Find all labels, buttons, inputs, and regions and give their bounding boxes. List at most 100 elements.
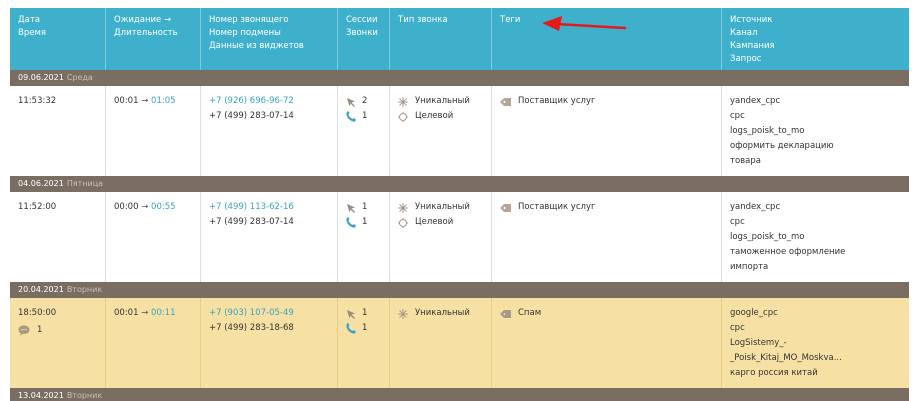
header-numbers[interactable]: Номер звонящего Номер подмены Данные из … bbox=[201, 8, 338, 70]
cell-time: 18:50:00 1 bbox=[10, 298, 106, 388]
call-time: 18:50:00 bbox=[18, 308, 57, 318]
source-value: yandex_cpc bbox=[730, 96, 781, 106]
phone-icon[interactable] bbox=[346, 323, 356, 334]
query-value: оформить декларацию bbox=[730, 141, 834, 151]
header-wait: Ожидание → bbox=[114, 15, 172, 25]
caller-number-link[interactable]: +7 (903) 107-05-49 bbox=[209, 306, 337, 321]
duration-link[interactable]: 01:05 bbox=[151, 96, 176, 106]
query-value: карго россия китай bbox=[730, 368, 818, 378]
day-weekday: Вторник bbox=[66, 391, 103, 400]
comments-count: 1 bbox=[37, 325, 43, 335]
cell-source: yandex_cpc cpc logs_poisk_to_mo оформить… bbox=[722, 86, 909, 176]
duration-link[interactable]: 00:55 bbox=[151, 202, 176, 212]
comment-icon[interactable] bbox=[18, 325, 30, 336]
asterisk-icon bbox=[398, 96, 408, 107]
wait-value: 00:00 bbox=[114, 202, 139, 212]
phone-icon[interactable] bbox=[346, 111, 356, 122]
call-type-unique: Уникальный bbox=[415, 202, 470, 212]
header-replace: Номер подмены bbox=[209, 28, 281, 38]
day-separator: 09.06.2021 Среда bbox=[10, 70, 909, 86]
tag-label: Поставщик услуг bbox=[518, 202, 596, 212]
asterisk-icon bbox=[398, 202, 408, 213]
calls-table: Дата Время Ожидание → Длительность Номер… bbox=[10, 8, 909, 401]
arrow-separator: → bbox=[141, 96, 149, 106]
cell-duration: 00:01 → 00:11 bbox=[106, 298, 201, 388]
cell-calltype: Уникальный Целевой bbox=[390, 86, 492, 176]
call-type-target: Целевой bbox=[415, 111, 454, 121]
table-header: Дата Время Ожидание → Длительность Номер… bbox=[10, 8, 909, 70]
query-value-cont: товара bbox=[730, 156, 761, 166]
cell-time: 11:53:32 bbox=[10, 86, 106, 176]
day-weekday: Пятница bbox=[66, 179, 104, 188]
cell-duration: 00:00 → 00:55 bbox=[106, 192, 201, 282]
call-time: 11:52:00 bbox=[18, 202, 57, 212]
table-row[interactable]: 11:53:32 00:01 → 01:05 +7 (926) 696-96-7… bbox=[10, 86, 909, 176]
query-value-cont: импорта bbox=[730, 262, 769, 272]
campaign-value: LogSistemy_- bbox=[730, 338, 787, 348]
replace-number: +7 (499) 283-07-14 bbox=[209, 217, 294, 227]
header-caller: Номер звонящего bbox=[209, 15, 289, 25]
cell-time: 11:52:00 bbox=[10, 192, 106, 282]
day-date: 13.04.2021 bbox=[18, 391, 64, 400]
day-date: 20.04.2021 bbox=[18, 285, 64, 294]
header-source[interactable]: Источник Канал Кампания Запрос bbox=[722, 8, 909, 70]
channel-value: cpc bbox=[730, 217, 745, 227]
header-time: Время bbox=[18, 28, 46, 38]
arrow-separator: → bbox=[141, 308, 149, 318]
header-wait-duration[interactable]: Ожидание → Длительность bbox=[106, 8, 201, 70]
tag-icon[interactable] bbox=[500, 97, 511, 107]
target-icon bbox=[398, 111, 408, 122]
replace-number: +7 (499) 283-18-68 bbox=[209, 323, 294, 333]
cell-calltype: Уникальный bbox=[390, 298, 492, 388]
cell-sessions: 2 1 bbox=[338, 86, 390, 176]
query-value: таможенное оформление bbox=[730, 247, 846, 257]
wait-value: 00:01 bbox=[114, 96, 139, 106]
cell-numbers: +7 (499) 113-62-16 +7 (499) 283-07-14 bbox=[201, 192, 338, 282]
target-icon bbox=[398, 217, 408, 228]
duration-link[interactable]: 00:11 bbox=[151, 308, 176, 318]
header-calltype-label: Тип звонка bbox=[398, 15, 448, 25]
call-time: 11:53:32 bbox=[18, 96, 57, 106]
replace-number: +7 (499) 283-07-14 bbox=[209, 111, 294, 121]
wait-value: 00:01 bbox=[114, 308, 139, 318]
header-date-time[interactable]: Дата Время bbox=[10, 8, 106, 70]
cursor-icon[interactable] bbox=[346, 97, 356, 107]
header-calltype[interactable]: Тип звонка bbox=[390, 8, 492, 70]
sessions-count: 1 bbox=[362, 308, 368, 318]
tag-icon[interactable] bbox=[500, 309, 511, 319]
calls-count: 1 bbox=[362, 323, 368, 333]
header-sessions-calls[interactable]: Сессии Звонки bbox=[338, 8, 390, 70]
source-value: yandex_cpc bbox=[730, 202, 781, 212]
annotation-arrow-icon bbox=[542, 16, 627, 31]
header-query: Запрос bbox=[730, 54, 762, 64]
sessions-count: 1 bbox=[362, 202, 368, 212]
asterisk-icon bbox=[398, 308, 408, 319]
cursor-icon[interactable] bbox=[346, 309, 356, 319]
cell-source: yandex_cpc cpc logs_poisk_to_mo таможенн… bbox=[722, 192, 909, 282]
cell-source: google_cpc cpc LogSistemy_- _Poisk_Kitaj… bbox=[722, 298, 909, 388]
caller-number-link[interactable]: +7 (499) 113-62-16 bbox=[209, 200, 337, 215]
campaign-value-cont: _Poisk_Kitaj_MO_Moskva... bbox=[730, 353, 842, 363]
day-weekday: Среда bbox=[66, 73, 93, 82]
sessions-count: 2 bbox=[362, 96, 368, 106]
table-row[interactable]: 11:52:00 00:00 → 00:55 +7 (499) 113-62-1… bbox=[10, 192, 909, 282]
call-type-unique: Уникальный bbox=[415, 308, 470, 318]
day-separator: 13.04.2021 Вторник bbox=[10, 388, 909, 401]
cell-tags: Поставщик услуг bbox=[492, 192, 722, 282]
header-date: Дата bbox=[18, 15, 41, 25]
phone-icon[interactable] bbox=[346, 217, 356, 228]
cell-sessions: 1 1 bbox=[338, 192, 390, 282]
cursor-icon[interactable] bbox=[346, 203, 356, 213]
day-date: 04.06.2021 bbox=[18, 179, 64, 188]
header-duration: Длительность bbox=[114, 28, 178, 38]
tag-icon[interactable] bbox=[500, 203, 511, 213]
cell-duration: 00:01 → 01:05 bbox=[106, 86, 201, 176]
header-widgets: Данные из виджетов bbox=[209, 41, 304, 51]
cell-calltype: Уникальный Целевой bbox=[390, 192, 492, 282]
caller-number-link[interactable]: +7 (926) 696-96-72 bbox=[209, 94, 337, 109]
cell-tags: Спам bbox=[492, 298, 722, 388]
source-value: google_cpc bbox=[730, 308, 778, 318]
table-row[interactable]: 18:50:00 1 00:01 → 00:11 +7 (903) 107-05… bbox=[10, 298, 909, 388]
channel-value: cpc bbox=[730, 323, 745, 333]
calls-count: 1 bbox=[362, 111, 368, 121]
